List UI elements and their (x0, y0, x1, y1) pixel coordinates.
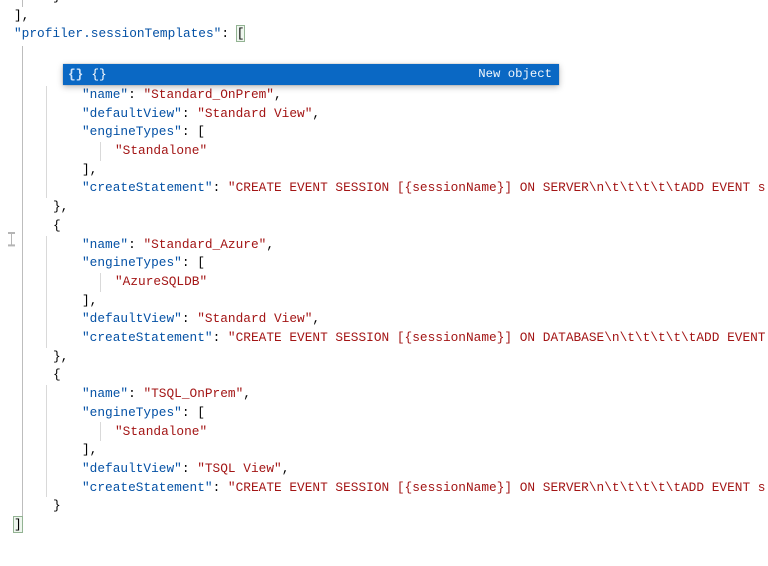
json-punctuation: ], (82, 292, 98, 308)
json-string: "AzureSQLDB" (115, 273, 208, 289)
code-line[interactable]: "defaultView": "Standard View", (82, 105, 320, 124)
json-key: "createStatement" (82, 479, 213, 495)
code-line[interactable]: "engineTypes": [ (82, 404, 205, 423)
code-line[interactable]: }, (53, 198, 68, 217)
code-line[interactable]: "name": "Standard_Azure", (82, 236, 274, 255)
code-line[interactable]: { (53, 217, 61, 236)
json-punctuation: : [ (181, 404, 205, 420)
code-line[interactable]: "name": "TSQL_OnPrem", (82, 385, 251, 404)
code-line[interactable]: "profiler.sessionTemplates": [ (14, 25, 245, 44)
json-punctuation: { (53, 217, 61, 233)
json-punctuation: { (53, 367, 61, 383)
json-punctuation: , (243, 386, 251, 402)
json-punctuation: : [ (181, 255, 205, 271)
json-punctuation: : (221, 26, 237, 42)
indent-guide (100, 422, 101, 441)
code-line[interactable]: "defaultView": "Standard View", (82, 310, 320, 329)
json-string: "TSQL View" (197, 460, 282, 476)
json-key: "defaultView" (82, 311, 182, 327)
json-punctuation: }, (53, 199, 69, 215)
suggest-detail: New object (478, 66, 552, 81)
code-line[interactable]: "AzureSQLDB" (115, 273, 207, 292)
json-punctuation: , (281, 460, 290, 476)
suggest-label: {} (91, 66, 107, 82)
json-key: "defaultView" (82, 460, 182, 476)
json-punctuation: : (181, 311, 198, 327)
code-line[interactable]: { (53, 366, 61, 385)
json-string: "Standard_OnPrem" (143, 86, 274, 102)
json-punctuation: ], (82, 161, 98, 177)
code-line[interactable]: } (53, 0, 61, 7)
code-line[interactable]: "defaultView": "TSQL View", (82, 460, 289, 479)
json-key: "engineTypes" (82, 124, 182, 140)
indent-guide (100, 142, 101, 161)
code-line[interactable]: }, (53, 348, 68, 367)
code-line[interactable]: "Standalone" (115, 142, 207, 161)
json-punctuation: : [ (181, 124, 205, 140)
object-icon: {} (68, 66, 84, 82)
matched-bracket: ] (14, 517, 22, 532)
json-string: "CREATE EVENT SESSION [{sessionName}] ON… (227, 180, 766, 196)
code-editor[interactable]: }],"profiler.sessionTemplates": ["name":… (0, 0, 768, 566)
json-punctuation: : (181, 105, 198, 121)
code-line[interactable]: ] (14, 516, 22, 535)
json-string: "Standalone" (115, 423, 208, 439)
json-string: "Standard View" (197, 311, 313, 327)
json-punctuation: : (128, 236, 144, 252)
text-cursor-icon (7, 232, 16, 246)
json-punctuation: ], (14, 7, 30, 23)
json-punctuation: } (53, 498, 61, 514)
json-string: "CREATE EVENT SESSION [{sessionName}] ON… (227, 330, 766, 345)
suggest-widget[interactable]: {} {} New object (63, 63, 559, 85)
code-line[interactable]: ], (82, 441, 97, 460)
code-line[interactable]: ], (82, 292, 97, 311)
json-punctuation: : (181, 460, 198, 476)
json-key: "defaultView" (82, 105, 182, 121)
json-punctuation: }, (53, 348, 69, 364)
code-line[interactable]: "createStatement": "CREATE EVENT SESSION… (82, 329, 765, 348)
json-string: "CREATE EVENT SESSION [{sessionName}] ON… (227, 479, 766, 495)
json-key: "engineTypes" (82, 255, 182, 271)
json-string: "TSQL_OnPrem" (143, 386, 244, 402)
indent-guide (100, 273, 101, 292)
code-line[interactable]: "name": "Standard_OnPrem", (82, 86, 282, 105)
indent-guide (46, 236, 47, 348)
json-key: "name" (82, 236, 129, 252)
code-line[interactable]: ], (82, 161, 97, 180)
indent-guide (22, 46, 23, 516)
code-line[interactable]: "engineTypes": [ (82, 123, 205, 142)
code-line[interactable]: } (53, 497, 61, 516)
json-punctuation: , (274, 86, 282, 102)
code-line[interactable]: "createStatement": "CREATE EVENT SESSION… (82, 179, 765, 198)
indent-guide (46, 86, 47, 198)
json-key: "name" (82, 386, 129, 402)
json-punctuation: , (312, 311, 321, 327)
json-punctuation: : (128, 386, 144, 402)
json-punctuation: : (212, 330, 228, 345)
json-punctuation: : (212, 180, 228, 196)
json-punctuation: : (212, 479, 228, 495)
indent-guide (46, 385, 47, 497)
code-line[interactable]: "engineTypes": [ (82, 254, 205, 273)
json-key: "engineTypes" (82, 404, 182, 420)
matched-bracket: [ (236, 26, 245, 42)
json-string: "Standard_Azure" (143, 236, 267, 252)
json-punctuation: , (312, 105, 321, 121)
json-punctuation: : (128, 86, 144, 102)
json-string: "Standard View" (197, 105, 313, 121)
json-punctuation: , (266, 236, 274, 252)
json-key: "createStatement" (82, 330, 213, 345)
json-key: "name" (82, 86, 129, 102)
json-key: "profiler.sessionTemplates" (14, 26, 222, 42)
json-punctuation: ], (82, 442, 98, 458)
json-key: "createStatement" (82, 180, 213, 196)
code-line[interactable]: ], (14, 7, 29, 26)
code-line[interactable]: "createStatement": "CREATE EVENT SESSION… (82, 479, 765, 498)
json-string: "Standalone" (115, 143, 208, 158)
code-line[interactable]: "Standalone" (115, 423, 207, 442)
json-punctuation: } (53, 0, 61, 4)
